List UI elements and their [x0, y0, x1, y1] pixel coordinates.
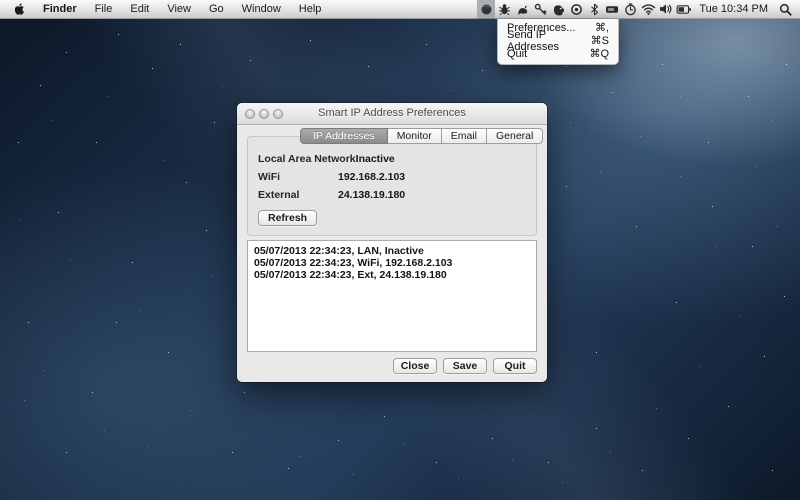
menu-item-shortcut: ⌘S [591, 34, 609, 47]
window-title: Smart IP Address Preferences [237, 103, 547, 124]
battery-menu-extra-icon[interactable] [675, 0, 693, 19]
refresh-button[interactable]: Refresh [258, 210, 317, 226]
wifi-label: WiFi [258, 171, 338, 183]
tab-email[interactable]: Email [442, 128, 487, 144]
smart-ip-menu-extra-icon[interactable] [477, 0, 495, 19]
elephant-menu-extra-icon[interactable] [549, 0, 567, 19]
zoom-window-button[interactable] [273, 109, 283, 119]
desktop: Finder File Edit View Go Window Help [0, 0, 800, 500]
menubar-menu-go[interactable]: Go [200, 0, 233, 19]
menu-item-shortcut: ⌘, [595, 21, 609, 34]
menubar-menu-view[interactable]: View [158, 0, 200, 19]
spotlight-icon[interactable] [776, 0, 794, 19]
close-button[interactable]: Close [393, 358, 437, 374]
external-row: External24.138.19.180 [258, 188, 526, 201]
lan-label: Local Area Network [258, 153, 356, 165]
external-ip-value: 24.138.19.180 [338, 189, 405, 201]
lan-row: Local Area NetworkInactive [258, 152, 526, 165]
timer-menu-extra-icon[interactable] [621, 0, 639, 19]
save-button[interactable]: Save [443, 358, 487, 374]
window-button-row: Close Save Quit [393, 358, 537, 374]
pet-menu-extra-icon[interactable] [513, 0, 531, 19]
close-window-button[interactable] [245, 109, 255, 119]
menu-item-shortcut: ⌘Q [589, 47, 609, 60]
log-line: 05/07/2013 22:34:23, Ext, 24.138.19.180 [254, 269, 530, 281]
tab-ip-addresses[interactable]: IP Addresses [300, 128, 388, 144]
bluetooth-menu-extra-icon[interactable] [585, 0, 603, 19]
ip-addresses-panel: Local Area NetworkInactive WiFi192.168.2… [247, 136, 537, 236]
volume-menu-extra-icon[interactable] [657, 0, 675, 19]
menubar-status-area: Tue 10:34 PM [477, 0, 800, 19]
wifi-ip-value: 192.168.2.103 [338, 171, 405, 183]
preferences-window: Smart IP Address Preferences IP Addresse… [237, 103, 547, 382]
menubar-menu-finder[interactable]: Finder [34, 0, 86, 19]
traffic-lights [245, 109, 283, 119]
tab-monitor[interactable]: Monitor [388, 128, 442, 144]
keyboard-battery-menu-extra-icon[interactable] [603, 0, 621, 19]
log-textarea[interactable]: 05/07/2013 22:34:23, LAN, Inactive 05/07… [247, 240, 537, 352]
menubar-clock[interactable]: Tue 10:34 PM [693, 0, 776, 19]
menubar-menu-file[interactable]: File [86, 0, 122, 19]
record-menu-extra-icon[interactable] [567, 0, 585, 19]
external-label: External [258, 189, 338, 201]
menu-item-send-ip-addresses[interactable]: Send IP Addresses ⌘S [498, 34, 618, 47]
lan-status-value: Inactive [356, 153, 395, 165]
menubar-left: Finder File Edit View Go Window Help [0, 0, 330, 19]
minimize-window-button[interactable] [259, 109, 269, 119]
bug-menu-extra-icon[interactable] [495, 0, 513, 19]
menubar-menu-edit[interactable]: Edit [121, 0, 158, 19]
menubar-menu-help[interactable]: Help [290, 0, 331, 19]
apple-menu-icon[interactable] [13, 0, 34, 19]
tab-bar: IP Addresses Monitor Email General [300, 128, 543, 144]
tab-general[interactable]: General [487, 128, 543, 144]
quit-button[interactable]: Quit [493, 358, 537, 374]
window-titlebar[interactable]: Smart IP Address Preferences [237, 103, 547, 125]
menubar: Finder File Edit View Go Window Help [0, 0, 800, 19]
wifi-menu-extra-icon[interactable] [639, 0, 657, 19]
menu-item-label: Quit [507, 48, 527, 60]
log-line: 05/07/2013 22:34:23, LAN, Inactive [254, 245, 530, 257]
wifi-row: WiFi192.168.2.103 [258, 170, 526, 183]
log-line: 05/07/2013 22:34:23, WiFi, 192.168.2.103 [254, 257, 530, 269]
key-menu-extra-icon[interactable] [531, 0, 549, 19]
status-menu-dropdown: Preferences... ⌘, Send IP Addresses ⌘S Q… [497, 19, 619, 65]
menubar-menu-window[interactable]: Window [233, 0, 290, 19]
